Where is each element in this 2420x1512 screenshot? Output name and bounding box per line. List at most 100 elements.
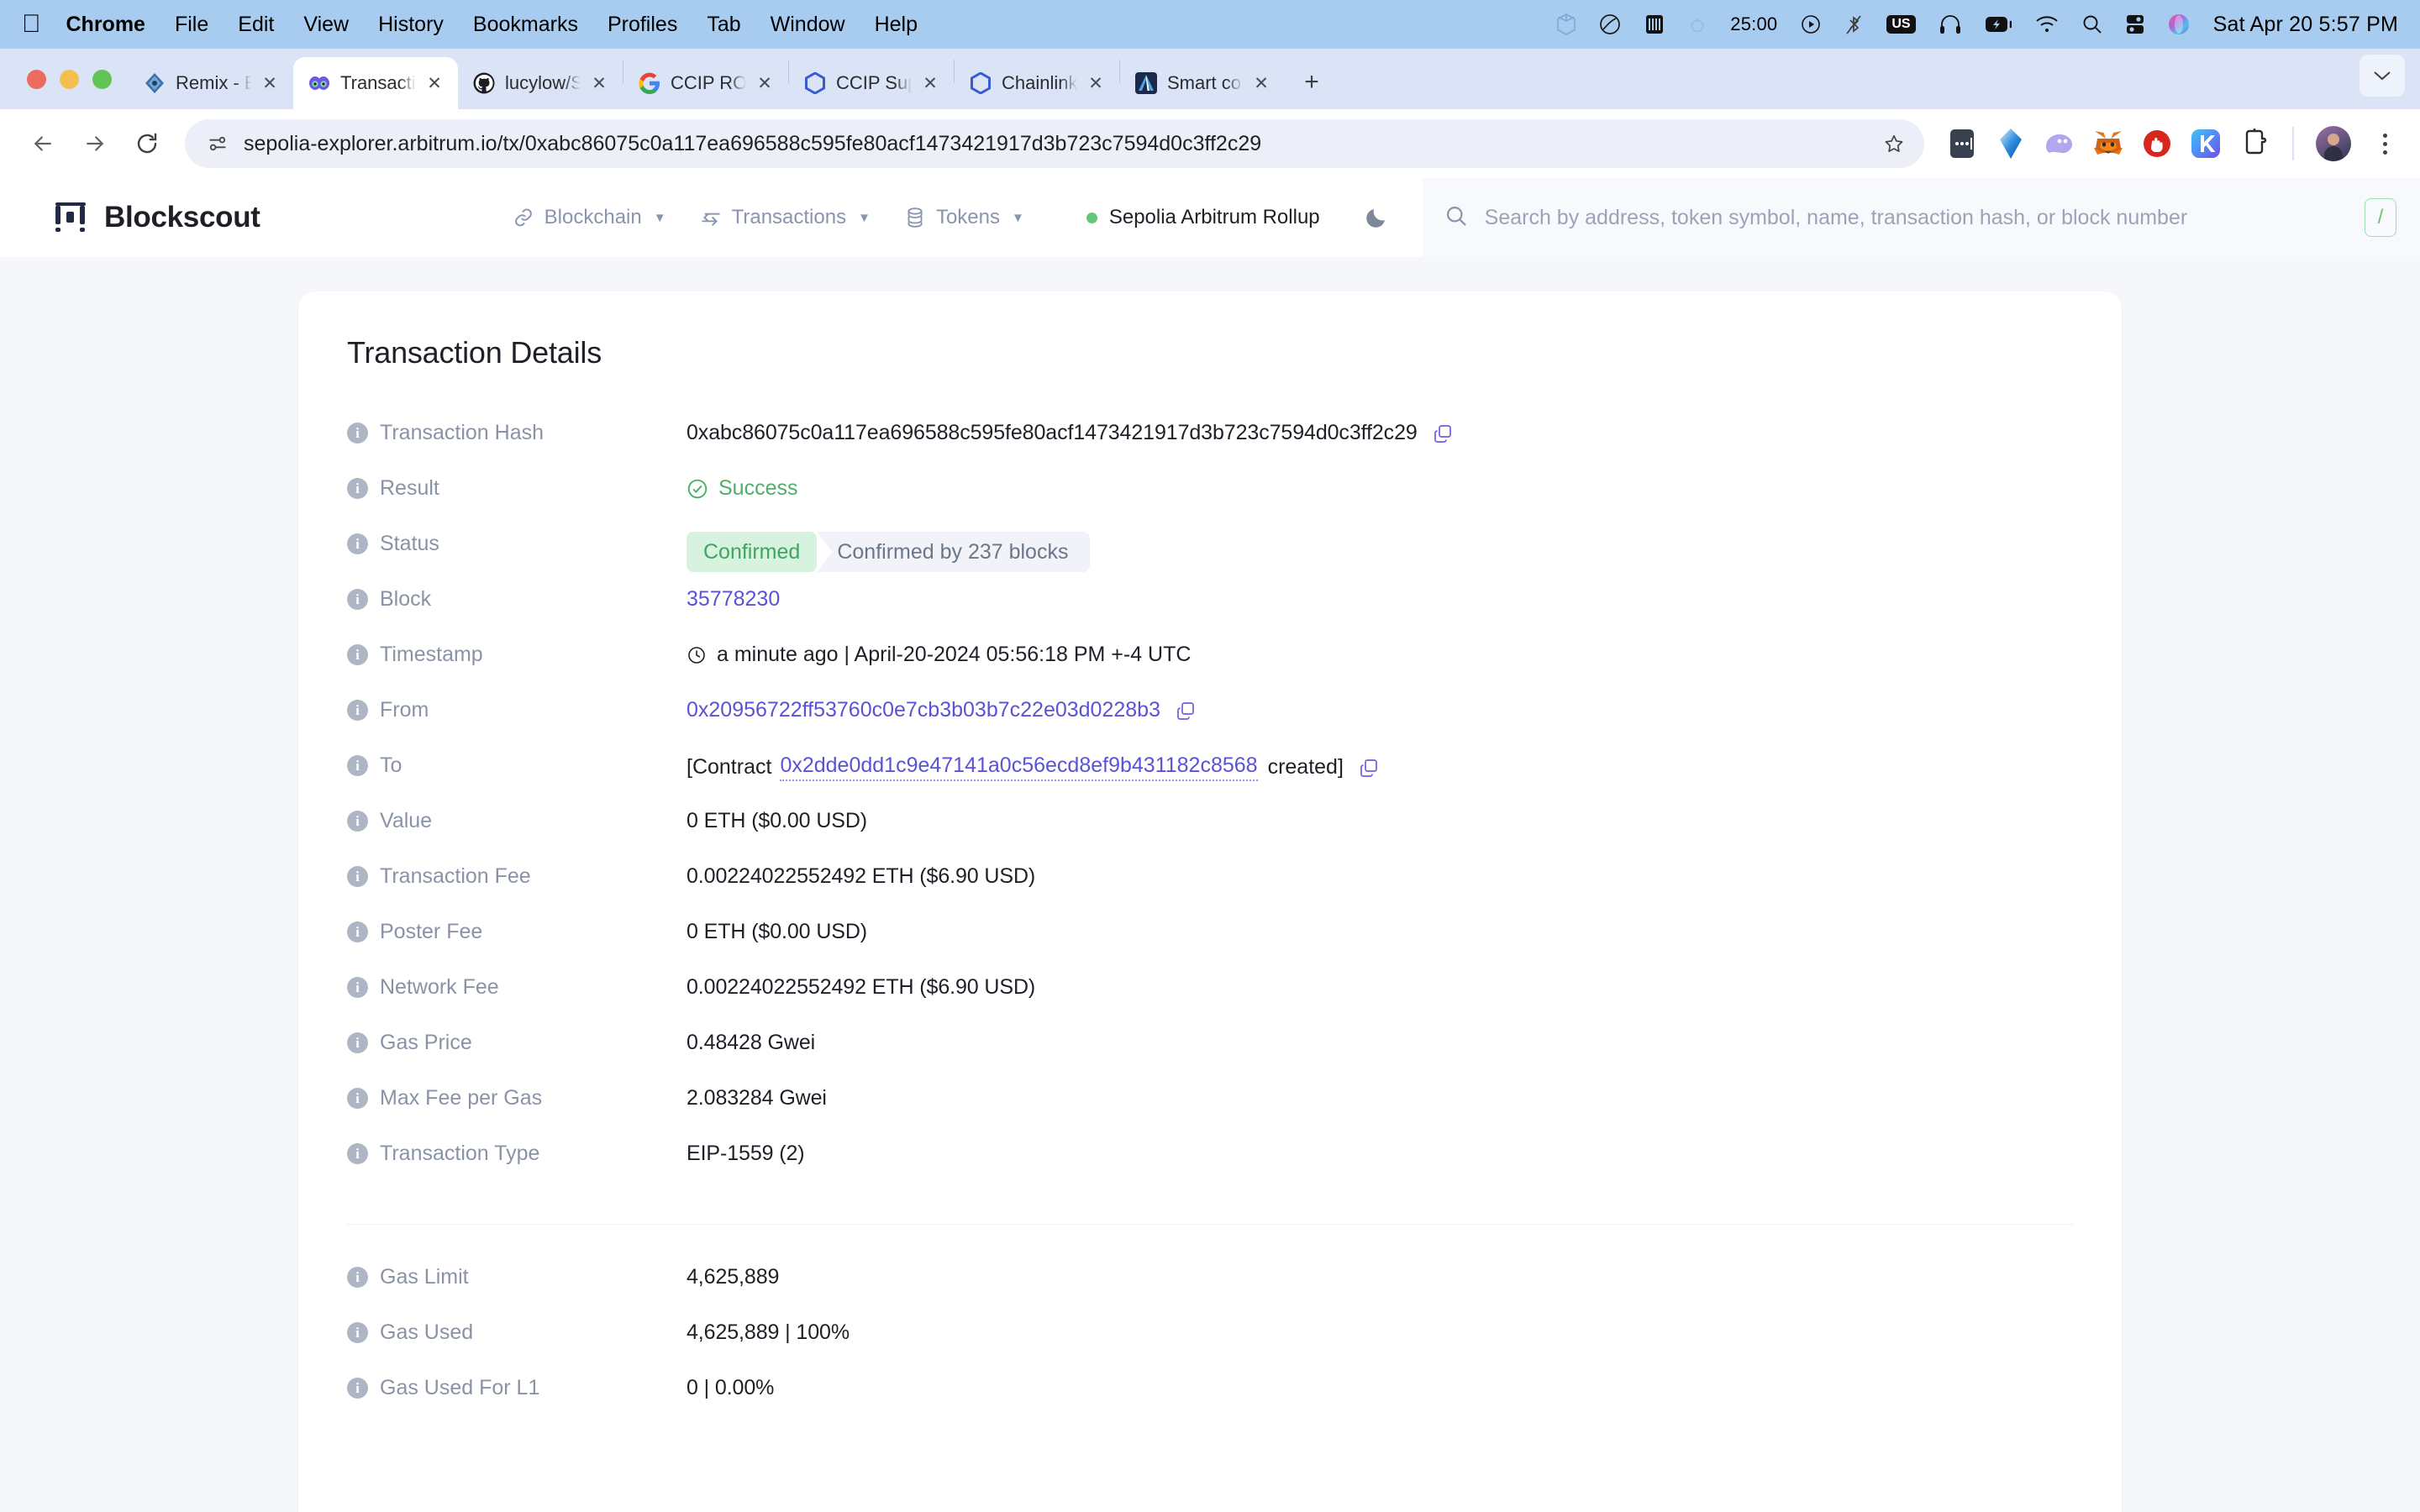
- browser-tab[interactable]: CCIP Supported Ne✕: [789, 57, 954, 109]
- menubar-clock[interactable]: Sat Apr 20 5:57 PM: [2213, 13, 2398, 37]
- value-link[interactable]: 0x20956722ff53760c0e7cb3b03b7c22e03d0228…: [687, 698, 1160, 722]
- timer-icon[interactable]: [1688, 10, 1707, 39]
- copy-icon[interactable]: [1433, 423, 1453, 444]
- network-selector[interactable]: Sepolia Arbitrum Rollup: [1086, 206, 1320, 229]
- detail-value: 2.083284 Gwei: [687, 1083, 827, 1110]
- tab-search-chevron-down-icon[interactable]: [2360, 55, 2405, 97]
- site-settings-icon[interactable]: [203, 129, 232, 158]
- menubar-item-chrome[interactable]: Chrome: [66, 13, 145, 37]
- menubar-item-bookmarks[interactable]: Bookmarks: [473, 13, 578, 37]
- detail-label: i Transaction Type: [347, 1138, 687, 1166]
- back-button[interactable]: [18, 119, 67, 168]
- info-icon[interactable]: i: [347, 1143, 368, 1164]
- battery-bars-icon[interactable]: [1644, 10, 1665, 39]
- yandex-wallet-icon[interactable]: [1995, 128, 2027, 160]
- value-link[interactable]: 35778230: [687, 587, 780, 612]
- headphones-icon[interactable]: [1939, 10, 1961, 39]
- close-tab-icon[interactable]: ✕: [1249, 71, 1273, 95]
- window-controls: [15, 49, 129, 109]
- keplr-icon[interactable]: [2190, 128, 2222, 160]
- spotlight-search-icon[interactable]: [2082, 10, 2102, 39]
- contract-address-link[interactable]: 0x2dde0dd1c9e47141a0c56ecd8ef9b431182c85…: [780, 753, 1258, 781]
- copy-icon[interactable]: [1176, 701, 1196, 721]
- menubar-item-file[interactable]: File: [175, 13, 208, 37]
- address-bar[interactable]: sepolia-explorer.arbitrum.io/tx/0xabc860…: [185, 119, 1924, 168]
- detail-label-text: Transaction Type: [380, 1142, 540, 1165]
- adblock-icon[interactable]: [2141, 128, 2173, 160]
- info-icon[interactable]: i: [347, 921, 368, 942]
- metamask-icon[interactable]: [2092, 128, 2124, 160]
- maximize-window-button[interactable]: [92, 69, 112, 89]
- profile-avatar[interactable]: [2316, 126, 2351, 161]
- battery-charging-icon[interactable]: [1985, 10, 2012, 39]
- close-tab-icon[interactable]: ✕: [1084, 71, 1107, 95]
- info-icon[interactable]: i: [347, 423, 368, 444]
- info-icon[interactable]: i: [347, 589, 368, 610]
- nav-item-tokens[interactable]: Tokens ▼: [904, 206, 1024, 229]
- star-icon[interactable]: [1877, 127, 1911, 160]
- info-icon[interactable]: i: [347, 700, 368, 721]
- close-tab-icon[interactable]: ✕: [918, 71, 942, 95]
- browser-tab-active[interactable]: Transaction 0xabc8✕: [293, 57, 458, 109]
- browser-tab[interactable]: lucylow/Scaling-Eth✕: [458, 57, 623, 109]
- info-icon[interactable]: i: [347, 1088, 368, 1109]
- wifi-icon[interactable]: [2035, 10, 2059, 39]
- detail-label: i Gas Limit: [347, 1262, 687, 1289]
- siri-icon[interactable]: [2168, 10, 2190, 39]
- keplr-outline-icon[interactable]: [2238, 128, 2270, 160]
- copy-icon[interactable]: [1359, 758, 1379, 778]
- nav-item-transactions[interactable]: Transactions ▼: [700, 206, 871, 229]
- menubar-item-window[interactable]: Window: [771, 13, 845, 37]
- info-icon[interactable]: i: [347, 533, 368, 554]
- info-icon[interactable]: i: [347, 811, 368, 832]
- close-window-button[interactable]: [27, 69, 46, 89]
- browser-tab[interactable]: Chainlink CCIP Rel✕: [955, 57, 1119, 109]
- chrome-menu-button[interactable]: [2368, 125, 2402, 162]
- crescent-icon[interactable]: [1599, 10, 1621, 39]
- detail-row: i Transaction Fee 0.00224022552492 ETH ($6…: [347, 861, 2073, 916]
- info-icon[interactable]: i: [347, 755, 368, 776]
- forward-button[interactable]: [71, 119, 119, 168]
- close-tab-icon[interactable]: ✕: [753, 71, 776, 95]
- detail-row: i Transaction Type EIP-1559 (2): [347, 1138, 2073, 1194]
- detail-label-text: From: [380, 698, 429, 722]
- box-icon[interactable]: [1557, 10, 1576, 39]
- url-text[interactable]: sepolia-explorer.arbitrum.io/tx/0xabc860…: [244, 132, 1877, 156]
- play-circle-icon[interactable]: [1801, 10, 1821, 39]
- minimize-window-button[interactable]: [60, 69, 79, 89]
- menubar-item-history[interactable]: History: [378, 13, 444, 37]
- control-center-icon[interactable]: [2126, 10, 2144, 39]
- apple-menu-icon[interactable]: : [22, 12, 41, 37]
- menubar-item-tab[interactable]: Tab: [707, 13, 740, 37]
- close-tab-icon[interactable]: ✕: [423, 71, 446, 95]
- site-search[interactable]: Search by address, token symbol, name, t…: [1422, 178, 2420, 257]
- menubar-item-view[interactable]: View: [303, 13, 349, 37]
- browser-tab[interactable]: CCIP ROUTER ADDR✕: [623, 57, 788, 109]
- browser-tab[interactable]: Smart contract add✕: [1120, 57, 1285, 109]
- info-icon[interactable]: i: [347, 478, 368, 499]
- close-tab-icon[interactable]: ✕: [258, 71, 281, 95]
- brand[interactable]: Blockscout: [54, 201, 260, 234]
- detail-row: i Block 35778230: [347, 584, 2073, 639]
- site-nav: Blockchain ▼ Transactions ▼ Tokens ▼ Sep…: [513, 206, 1320, 229]
- info-icon[interactable]: i: [347, 1032, 368, 1053]
- info-icon[interactable]: i: [347, 977, 368, 998]
- close-tab-icon[interactable]: ✕: [587, 71, 611, 95]
- info-icon[interactable]: i: [347, 866, 368, 887]
- ghost-wallet-icon[interactable]: [2044, 128, 2075, 160]
- menubar-item-profiles[interactable]: Profiles: [608, 13, 677, 37]
- info-icon[interactable]: i: [347, 1267, 368, 1288]
- reader-mode-icon[interactable]: [1946, 128, 1978, 160]
- bluetooth-off-icon[interactable]: [1844, 10, 1863, 39]
- menubar-item-help[interactable]: Help: [875, 13, 918, 37]
- browser-tab[interactable]: Remix - Ethereum IDE✕: [129, 57, 293, 109]
- new-tab-button[interactable]: +: [1293, 64, 1330, 101]
- input-source-indicator[interactable]: US: [1886, 15, 1916, 34]
- menubar-item-edit[interactable]: Edit: [238, 13, 274, 37]
- moon-icon[interactable]: [1359, 200, 1394, 235]
- nav-item-blockchain[interactable]: Blockchain ▼: [513, 206, 666, 229]
- reload-button[interactable]: [123, 119, 171, 168]
- info-icon[interactable]: i: [347, 1378, 368, 1399]
- info-icon[interactable]: i: [347, 1322, 368, 1343]
- info-icon[interactable]: i: [347, 644, 368, 665]
